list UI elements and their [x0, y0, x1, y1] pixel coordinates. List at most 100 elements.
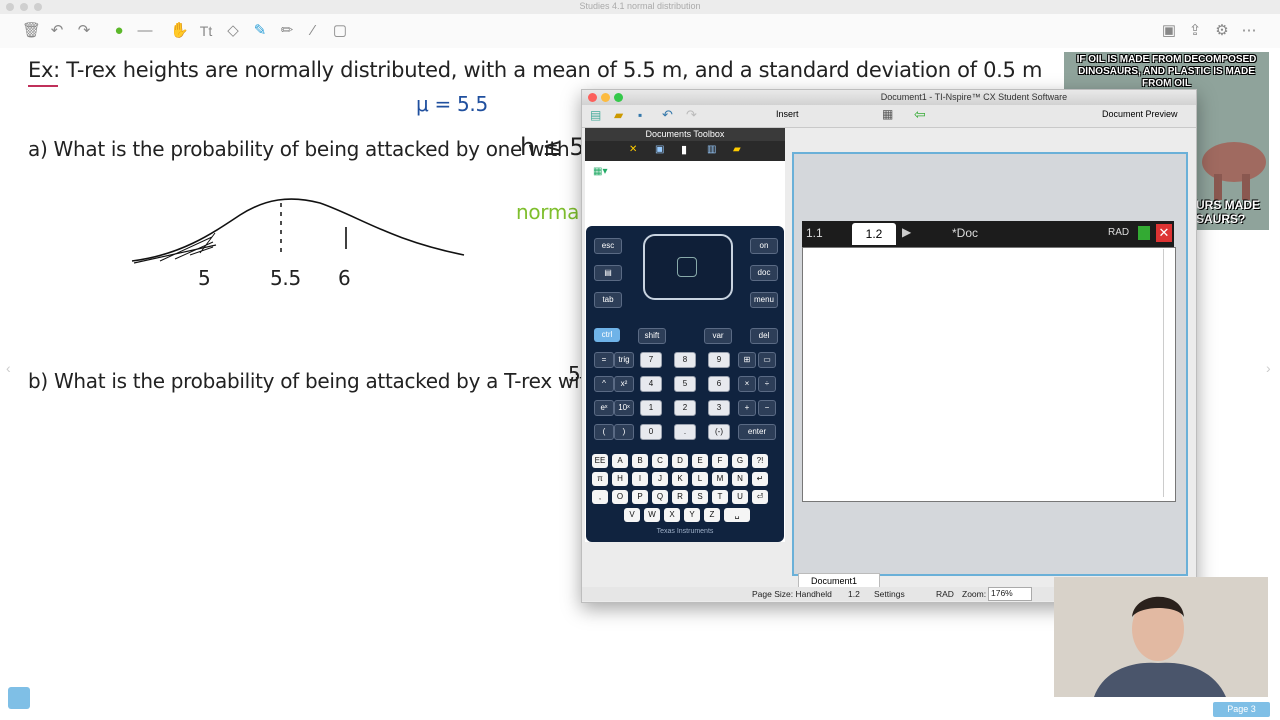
doc-title[interactable]: *Doc	[952, 226, 978, 240]
num-9-key[interactable]: 9	[708, 352, 730, 368]
color-picker-icon[interactable]: ●	[110, 22, 128, 40]
num-5-key[interactable]: 5	[674, 376, 696, 392]
trash-icon[interactable]: 🗑	[22, 22, 41, 40]
scratchpad-tab-icon[interactable]: ▥	[707, 144, 716, 155]
letter-key[interactable]: P	[632, 490, 648, 504]
letter-key[interactable]: ⏎	[752, 490, 768, 504]
shape-tool-icon[interactable]: ▢	[331, 22, 349, 40]
letter-key[interactable]: L	[692, 472, 708, 486]
tab-scroll-right-icon[interactable]: ▶	[902, 225, 911, 239]
undo-ti-icon[interactable]: ↶	[662, 107, 673, 123]
equals-key[interactable]: =	[594, 352, 614, 368]
trig-key[interactable]: trig	[614, 352, 634, 368]
new-doc-icon[interactable]: ▤	[590, 108, 601, 122]
close-doc-icon[interactable]: ✕	[1156, 224, 1172, 242]
back-arrow-icon[interactable]: ⇦	[914, 106, 926, 123]
lparen-key[interactable]: (	[594, 424, 614, 440]
tenpow-key[interactable]: 10ˣ	[614, 400, 634, 416]
letter-key[interactable]: F	[712, 454, 728, 468]
num-4-key[interactable]: 4	[640, 376, 662, 392]
num-3-key[interactable]: 3	[708, 400, 730, 416]
letter-key[interactable]: Z	[704, 508, 720, 522]
more-icon[interactable]: ⋯	[1240, 22, 1258, 40]
letter-key[interactable]: π	[592, 472, 608, 486]
pen-icon[interactable]: ✎	[251, 22, 269, 40]
page-tab-1-2[interactable]: 1.2	[852, 223, 896, 245]
doc-key[interactable]: doc	[750, 265, 778, 281]
zoom-window-icon[interactable]	[614, 93, 623, 102]
prev-page-icon[interactable]: ‹	[6, 360, 11, 376]
letter-key[interactable]: EE	[592, 454, 608, 468]
shift-key[interactable]: shift	[638, 328, 666, 344]
letter-key[interactable]: D	[672, 454, 688, 468]
content-tab-icon[interactable]: ▰	[733, 144, 741, 155]
letter-key[interactable]: M	[712, 472, 728, 486]
var-key[interactable]: var	[704, 328, 732, 344]
negative-key[interactable]: (-)	[708, 424, 730, 440]
letter-key[interactable]: H	[612, 472, 628, 486]
insert-menu[interactable]: Insert	[776, 109, 799, 119]
menu-key[interactable]: menu	[750, 292, 778, 308]
eraser-icon[interactable]: ◇	[224, 22, 242, 40]
calc-select-icon[interactable]: ▦▾	[593, 166, 607, 177]
open-icon[interactable]: ▰	[614, 108, 623, 122]
square-key[interactable]: x²	[614, 376, 634, 392]
letter-key[interactable]: ␣	[724, 508, 750, 522]
redo-icon[interactable]: ↷	[75, 22, 93, 40]
letter-key[interactable]: ,	[592, 490, 608, 504]
letter-key[interactable]: T	[712, 490, 728, 504]
letter-key[interactable]: C	[652, 454, 668, 468]
touchpad[interactable]	[643, 234, 733, 300]
num-1-key[interactable]: 1	[640, 400, 662, 416]
image-icon[interactable]: ▣	[1160, 22, 1178, 40]
num-8-key[interactable]: 8	[674, 352, 696, 368]
letter-key[interactable]: Y	[684, 508, 700, 522]
undo-icon[interactable]: ↶	[48, 22, 66, 40]
pencil-icon[interactable]: ✏	[278, 22, 296, 40]
letter-key[interactable]: V	[624, 508, 640, 522]
zoom-select[interactable]: 176%	[988, 587, 1032, 601]
minus-key[interactable]: −	[758, 400, 776, 416]
decimal-key[interactable]: .	[674, 424, 696, 440]
letter-key[interactable]: I	[632, 472, 648, 486]
letter-key[interactable]: Q	[652, 490, 668, 504]
line-weight-icon[interactable]: —	[136, 22, 154, 40]
calculator-screen[interactable]	[802, 247, 1176, 502]
screen-scrollbar[interactable]	[1163, 249, 1174, 497]
letter-key[interactable]: O	[612, 490, 628, 504]
letter-key[interactable]: B	[632, 454, 648, 468]
tools-tab-icon[interactable]: ✕	[629, 144, 637, 155]
letter-key[interactable]: ?!	[752, 454, 768, 468]
plus-key[interactable]: +	[738, 400, 756, 416]
page-tab-1-1[interactable]: 1.1	[806, 226, 823, 240]
divide-key[interactable]: ÷	[758, 376, 776, 392]
on-key[interactable]: on	[750, 238, 778, 254]
num-6-key[interactable]: 6	[708, 376, 730, 392]
catalog-key[interactable]: ▭	[758, 352, 776, 368]
letter-key[interactable]: W	[644, 508, 660, 522]
exp-key[interactable]: eˣ	[594, 400, 614, 416]
rparen-key[interactable]: )	[614, 424, 634, 440]
ctrl-key[interactable]: ctrl	[594, 328, 620, 342]
tab-key[interactable]: tab	[594, 292, 622, 308]
esc-key[interactable]: esc	[594, 238, 622, 254]
next-page-icon[interactable]: ›	[1266, 360, 1271, 376]
letter-key[interactable]: G	[732, 454, 748, 468]
page-sorter-tab-icon[interactable]: ▣	[655, 144, 664, 155]
settings-button[interactable]: Settings	[874, 589, 905, 599]
touchpad-center[interactable]	[677, 257, 697, 277]
settings-icon[interactable]: ⚙	[1213, 22, 1231, 40]
minimize-window-icon[interactable]	[601, 93, 610, 102]
del-key[interactable]: del	[750, 328, 778, 344]
scratchpad-key[interactable]: ▤	[594, 265, 622, 281]
letter-key[interactable]: E	[692, 454, 708, 468]
letter-key[interactable]: R	[672, 490, 688, 504]
letter-key[interactable]: X	[664, 508, 680, 522]
caret-key[interactable]: ^	[594, 376, 614, 392]
num-0-key[interactable]: 0	[640, 424, 662, 440]
num-7-key[interactable]: 7	[640, 352, 662, 368]
text-tool-icon[interactable]: Tt	[197, 22, 215, 40]
share-icon[interactable]: ⇪	[1186, 22, 1204, 40]
num-2-key[interactable]: 2	[674, 400, 696, 416]
letter-key[interactable]: K	[672, 472, 688, 486]
